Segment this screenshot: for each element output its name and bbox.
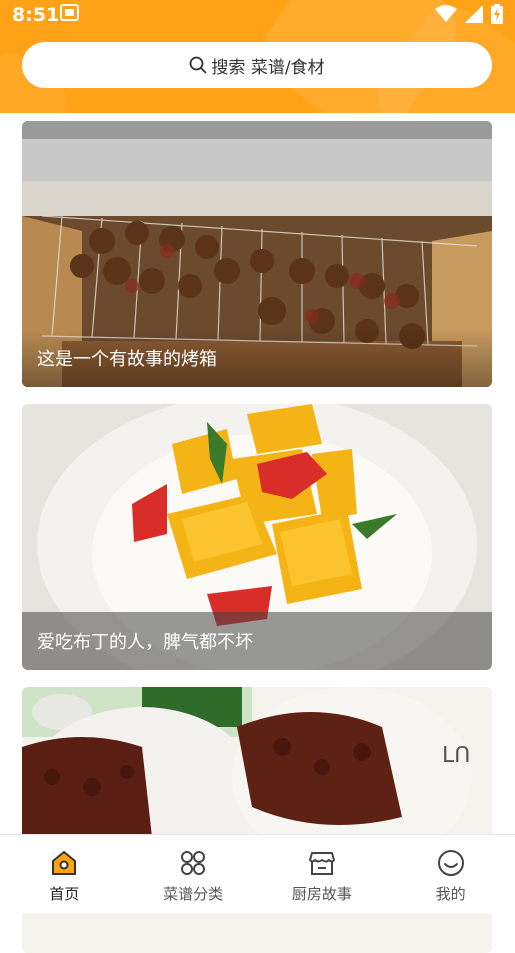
story-card[interactable]: 这是一个有故事的烤箱 <box>22 121 492 387</box>
search-placeholder: 搜索 菜谱/食材 <box>211 57 325 78</box>
bottom-tab-bar: 首页 菜谱分类 厨房故事 我的 <box>0 834 515 913</box>
cell-signal-icon <box>465 5 483 23</box>
tab-home[interactable]: 首页 <box>0 835 129 913</box>
story-title: 这是一个有故事的烤箱 <box>22 329 492 387</box>
home-icon <box>52 851 77 875</box>
bun-photo: ᒪᑎ <box>22 687 492 953</box>
status-bar: 8:51 <box>0 0 515 32</box>
plate-pattern: ᒪᑎ <box>442 743 470 768</box>
store-icon <box>308 852 335 875</box>
header-bar: 8:51 搜索 菜谱/食材 <box>0 0 515 113</box>
story-card[interactable]: 爱吃布丁的人，脾气都不坏 <box>22 404 492 670</box>
status-time: 8:51 <box>12 4 60 26</box>
tab-label: 我的 <box>435 885 466 903</box>
tab-recipe-categories[interactable]: 菜谱分类 <box>129 835 258 913</box>
story-card[interactable]: ᒪᑎ <box>22 687 492 953</box>
status-icons <box>435 4 503 24</box>
tab-label: 首页 <box>49 885 80 903</box>
app-notification-icon <box>60 4 79 21</box>
tab-kitchen-stories[interactable]: 厨房故事 <box>258 835 387 913</box>
wifi-icon <box>435 5 457 22</box>
battery-charging-icon <box>491 4 503 24</box>
smiley-profile-icon <box>437 850 464 876</box>
search-bar[interactable]: 搜索 菜谱/食材 <box>22 42 492 88</box>
tab-profile[interactable]: 我的 <box>386 835 515 913</box>
tab-label: 菜谱分类 <box>163 885 224 903</box>
search-icon <box>189 56 207 74</box>
tab-label: 厨房故事 <box>291 885 352 903</box>
category-grid-icon <box>181 851 206 875</box>
story-title: 爱吃布丁的人，脾气都不坏 <box>37 632 253 653</box>
